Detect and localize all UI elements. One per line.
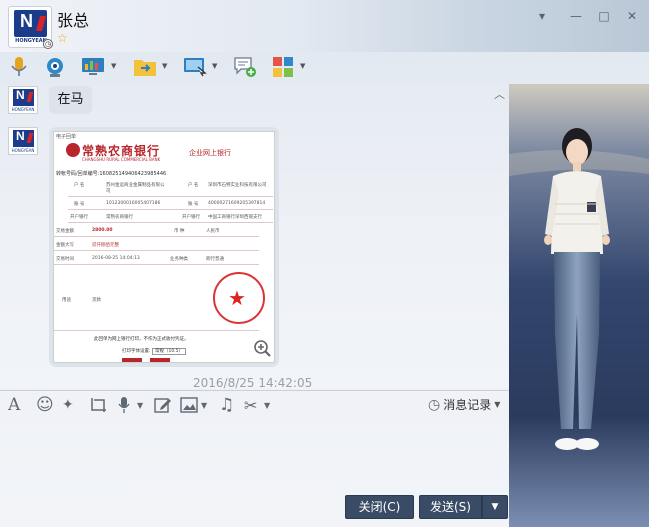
send-options-chevron-icon[interactable]: ▼ bbox=[482, 495, 508, 519]
image-icon[interactable] bbox=[180, 395, 198, 415]
print-font-setting: 打印字体设置: 常规（10.5） bbox=[122, 348, 186, 355]
receipt-row: 开户银行 常熟农商银行 开户银行 中国工商银行深圳西丽支行 bbox=[68, 211, 273, 223]
title-bar bbox=[0, 0, 649, 52]
message-avatar[interactable]: N HONGYEAN bbox=[8, 127, 38, 155]
apps-grid-icon[interactable] bbox=[269, 55, 297, 79]
close-window-button[interactable]: ✕ bbox=[623, 8, 641, 24]
maximize-button[interactable]: □ bbox=[595, 8, 613, 24]
receipt-row: 交易时间 2016-08-25 14:04:13 业务种类 跨行普通 bbox=[54, 253, 259, 265]
clock-icon: ◷ bbox=[43, 39, 53, 49]
voice-call-icon[interactable] bbox=[5, 55, 33, 79]
scissors-icon[interactable]: ✂ bbox=[244, 395, 257, 415]
voice-message-icon[interactable] bbox=[118, 395, 130, 415]
chevron-down-icon[interactable]: ▼ bbox=[300, 62, 305, 70]
image-message[interactable]: 电子回单 常熟农商银行 CHANGSHU RURAL COMMERCIAL BA… bbox=[49, 127, 279, 367]
receipt-seq: 转帐号码/回单编号:160825149406423985446 bbox=[56, 171, 167, 177]
receipt-row: 交易金额 2800.00 币 种 人民币 bbox=[54, 225, 259, 237]
company-logo: N bbox=[14, 10, 47, 37]
close-button[interactable]: 关闭(C) bbox=[345, 495, 414, 519]
bank-name-en: CHANGSHU RURAL COMMERCIAL BANK bbox=[82, 157, 161, 162]
message-history-button[interactable]: ◷ 消息记录 ▼ bbox=[428, 396, 500, 413]
send-file-icon[interactable] bbox=[131, 55, 159, 79]
contact-show-panel bbox=[509, 84, 649, 527]
message-bubble[interactable]: 在马 bbox=[49, 86, 92, 114]
chevron-down-icon[interactable]: ▼ bbox=[264, 395, 270, 415]
minimize-button[interactable]: — bbox=[567, 8, 585, 24]
chevron-down-icon: ▼ bbox=[494, 400, 501, 409]
bank-logo-icon bbox=[66, 143, 80, 157]
avatar-figure bbox=[509, 84, 649, 527]
message-avatar[interactable]: N HONGYEAN bbox=[8, 86, 38, 114]
chevron-down-icon[interactable]: ▼ bbox=[111, 62, 116, 70]
screen-share-icon[interactable] bbox=[181, 55, 209, 79]
receipt-button bbox=[122, 358, 142, 362]
remote-desktop-icon[interactable] bbox=[79, 55, 107, 79]
music-icon[interactable]: ♫ bbox=[219, 395, 234, 415]
video-call-icon[interactable] bbox=[41, 55, 69, 79]
bank-seal: ★ bbox=[213, 272, 265, 324]
bank-subsystem: 企业网上银行 bbox=[189, 149, 231, 157]
receipt-row: 金额大写 贰仟捌佰元整 bbox=[54, 239, 259, 251]
message-history-label: 消息记录 bbox=[443, 398, 492, 412]
star-icon[interactable]: ☆ bbox=[57, 31, 68, 45]
chevron-down-icon[interactable]: ▼ bbox=[137, 395, 143, 415]
chevron-down-icon[interactable]: ▼ bbox=[201, 395, 207, 415]
chevron-down-icon[interactable]: ▼ bbox=[162, 62, 167, 70]
message-timestamp: 2016/8/25 14:42:05 bbox=[193, 376, 313, 390]
receipt-row: 户 名 苏州金远商业金属制品有限公司 户 名 深圳市石特实业科技有限公司 bbox=[68, 179, 273, 197]
contact-name[interactable]: 张总 bbox=[57, 7, 89, 31]
chevron-down-icon[interactable]: ▼ bbox=[212, 62, 217, 70]
bank-receipt-image: 电子回单 常熟农商银行 CHANGSHU RURAL COMMERCIAL BA… bbox=[53, 131, 275, 363]
clock-icon: ◷ bbox=[428, 396, 441, 413]
send-button[interactable]: 发送(S) bbox=[419, 495, 482, 519]
font-icon[interactable]: A bbox=[8, 395, 20, 415]
contact-avatar[interactable]: N HONGYEAN ◷ bbox=[8, 6, 53, 49]
add-chat-icon[interactable] bbox=[231, 55, 259, 79]
receipt-header: 电子回单 bbox=[56, 134, 77, 140]
scroll-up-icon[interactable]: ︿ bbox=[494, 86, 505, 102]
receipt-row: 账 号 1012300010005407186 账 号 400002716092… bbox=[68, 198, 273, 210]
edit-note-icon[interactable] bbox=[154, 395, 172, 415]
receipt-button bbox=[150, 358, 170, 362]
logo-letter: N bbox=[20, 11, 33, 31]
magic-wand-icon[interactable]: ✦ bbox=[62, 395, 74, 415]
receipt-footer-note: 此回单为网上银行打印，不作为正式收付凭证。 bbox=[94, 337, 189, 342]
zoom-in-icon[interactable] bbox=[254, 340, 272, 358]
menu-dropdown-icon[interactable]: ▾ bbox=[533, 8, 551, 24]
emoji-icon[interactable]: ☺ bbox=[36, 395, 54, 415]
screenshot-icon[interactable] bbox=[90, 395, 108, 415]
